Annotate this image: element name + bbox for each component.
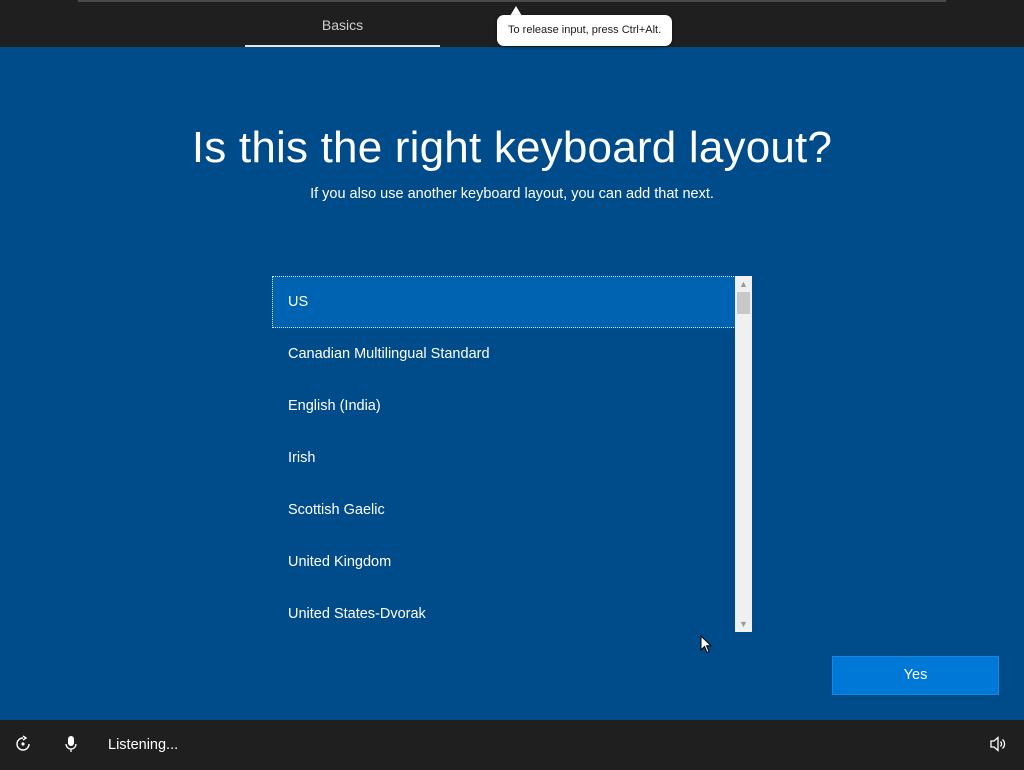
list-item-english-india[interactable]: English (India) bbox=[272, 380, 736, 432]
release-input-tooltip: To release input, press Ctrl+Alt. bbox=[497, 15, 673, 46]
microphone-icon[interactable] bbox=[62, 735, 80, 758]
scroll-thumb[interactable] bbox=[737, 292, 750, 314]
volume-icon[interactable] bbox=[989, 736, 1007, 757]
voice-status-text: Listening... bbox=[108, 737, 179, 753]
ease-of-access-icon[interactable] bbox=[14, 735, 32, 758]
top-divider bbox=[78, 0, 946, 2]
list-scrollbar[interactable]: ▲ ▼ bbox=[735, 276, 752, 632]
main-panel: Is this the right keyboard layout? If yo… bbox=[0, 47, 1024, 720]
list-item-irish[interactable]: Irish bbox=[272, 432, 736, 484]
bottom-bar: Listening... bbox=[0, 720, 1024, 768]
list-item-united-states-dvorak[interactable]: United States-Dvorak bbox=[272, 588, 736, 640]
list-item-us[interactable]: US bbox=[272, 276, 736, 328]
scroll-up-icon[interactable]: ▲ bbox=[735, 276, 752, 292]
page-subtitle: If you also use another keyboard layout,… bbox=[310, 186, 714, 202]
tab-basics[interactable]: Basics bbox=[245, 0, 440, 47]
list-item-canadian-multilingual[interactable]: Canadian Multilingual Standard bbox=[272, 328, 736, 380]
yes-button[interactable]: Yes bbox=[832, 656, 999, 695]
mouse-pointer-icon bbox=[700, 634, 713, 659]
keyboard-layout-list[interactable]: US Canadian Multilingual Standard Englis… bbox=[272, 276, 752, 632]
list-item-united-kingdom[interactable]: United Kingdom bbox=[272, 536, 736, 588]
list-item-scottish-gaelic[interactable]: Scottish Gaelic bbox=[272, 484, 736, 536]
page-title: Is this the right keyboard layout? bbox=[191, 123, 833, 172]
scroll-down-icon[interactable]: ▼ bbox=[735, 616, 752, 632]
